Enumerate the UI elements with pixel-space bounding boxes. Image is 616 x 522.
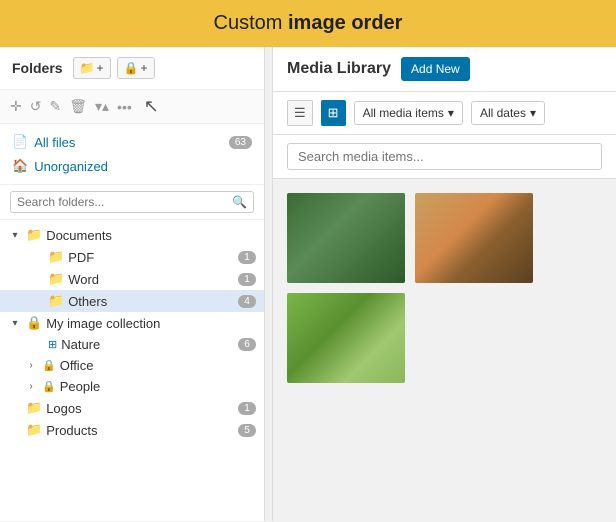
all-dates-filter[interactable]: All dates ▾ [471,101,545,125]
header-title-plain: Custom [214,12,288,34]
folder-search-icon: 🔍 [232,195,247,209]
folder-icon-others: 📁 [48,293,64,309]
all-dates-label: All dates [480,106,526,120]
label-logos: Logos [46,401,234,416]
image-grid [273,179,616,397]
tree-item-people[interactable]: › 🔒 People [0,376,264,397]
label-people: People [60,379,256,394]
label-nature: Nature [61,337,234,352]
page-header: Custom image order [0,0,616,47]
folder-icon-pdf: 📁 [48,249,64,265]
add-new-button[interactable]: Add New [401,57,470,81]
media-search-area [273,135,616,179]
all-dates-chevron: ▾ [530,106,536,120]
new-collection-label: + [141,61,148,75]
tree-item-products[interactable]: 📁 Products 5 [0,419,264,441]
label-my-image-collection: My image collection [46,316,256,331]
more-icon[interactable]: ••• [117,99,132,115]
toggle-people[interactable]: › [24,381,38,392]
tree-item-pdf[interactable]: 📁 PDF 1 [0,246,264,268]
folder-icon-documents: 📁 [26,227,42,243]
new-folder-label: + [97,61,104,75]
grid-icon-people: 🔒 [42,380,56,393]
grid-view-icon: ⊞ [328,105,339,120]
badge-word: 1 [238,273,256,286]
header-title-bold: image order [288,12,402,34]
new-collection-button[interactable]: 🔒 + [117,57,155,79]
media-search-input[interactable] [287,143,602,170]
delete-icon[interactable]: 🗑 [69,98,87,115]
folder-icon-logos: 📁 [26,400,42,416]
toggle-office[interactable]: › [24,360,38,371]
new-folder-button[interactable]: 📁 + [73,57,111,79]
badge-products: 5 [238,424,256,437]
collection-plus-icon: 🔒 [124,61,139,75]
right-panel: Media Library Add New ☰ ⊞ All media item… [273,47,616,521]
left-panel: Folders 📁 + 🔒 + ✛ ↺ ✎ 🗑 ▾▴ ••• ↖ 📄 [0,47,265,521]
label-others: Others [68,294,234,309]
unorganized-link[interactable]: 🏠 Unorganized [12,154,252,178]
all-files-label: All files [34,135,75,150]
folders-title: Folders [12,60,63,76]
list-view-button[interactable]: ☰ [287,100,313,126]
tree-item-nature[interactable]: ⊞ Nature 6 [0,334,264,355]
badge-nature: 6 [238,338,256,351]
folder-plus-icon: 📁 [80,61,95,75]
folder-search-box: 🔍 [0,185,264,220]
folder-toolbar: ✛ ↺ ✎ 🗑 ▾▴ ••• ↖ [0,90,264,124]
cursor-indicator: ↖ [144,96,159,117]
badge-others: 4 [238,295,256,308]
tree-item-office[interactable]: › 🔒 Office [0,355,264,376]
folders-header: Folders 📁 + 🔒 + [0,47,264,90]
image-thumb-3[interactable] [287,293,405,383]
folder-tree: ▾ 📁 Documents 📁 PDF 1 📁 Word 1 📁 [0,220,264,521]
left-scrollbar[interactable] [265,47,273,521]
label-office: Office [60,358,256,373]
toggle-my-image-collection[interactable]: ▾ [8,318,22,329]
main-layout: Folders 📁 + 🔒 + ✛ ↺ ✎ 🗑 ▾▴ ••• ↖ 📄 [0,47,616,521]
label-products: Products [46,423,234,438]
media-toolbar: ☰ ⊞ All media items ▾ All dates ▾ [273,92,616,135]
edit-icon[interactable]: ✎ [49,98,61,115]
badge-pdf: 1 [238,251,256,264]
image-thumb-1[interactable] [287,193,405,283]
grid-icon-office: 🔒 [42,359,56,372]
tree-item-word[interactable]: 📁 Word 1 [0,268,264,290]
refresh-icon[interactable]: ↺ [30,98,42,115]
grid-icon-nature: ⊞ [48,338,57,351]
sort-icon[interactable]: ▾▴ [95,98,109,115]
tree-item-logos[interactable]: 📁 Logos 1 [0,397,264,419]
all-files-icon: 📄 [12,134,28,150]
folder-search-input[interactable] [17,195,232,209]
all-media-filter[interactable]: All media items ▾ [354,101,463,125]
collection-icon-my-image: 🔒 [26,315,42,331]
toggle-documents[interactable]: ▾ [8,230,22,241]
unorganized-label: Unorganized [34,159,108,174]
unorganized-icon: 🏠 [12,158,28,174]
move-icon[interactable]: ✛ [10,98,22,115]
label-documents: Documents [46,228,256,243]
list-view-icon: ☰ [294,105,306,120]
all-files-badge: 63 [229,136,252,149]
label-word: Word [68,272,234,287]
folder-icon-products: 📁 [26,422,42,438]
label-pdf: PDF [68,250,234,265]
all-files-link[interactable]: 📄 All files 63 [12,130,252,154]
media-library-title: Media Library [287,60,391,78]
quick-links: 📄 All files 63 🏠 Unorganized [0,124,264,185]
tree-item-my-image-collection[interactable]: ▾ 🔒 My image collection [0,312,264,334]
tree-item-others[interactable]: 📁 Others 4 [0,290,264,312]
all-media-label: All media items [363,106,444,120]
grid-view-button[interactable]: ⊞ [321,100,346,126]
all-media-chevron: ▾ [448,106,454,120]
media-header: Media Library Add New [273,47,616,92]
folder-search-wrap: 🔍 [10,191,254,213]
badge-logos: 1 [238,402,256,415]
tree-item-documents[interactable]: ▾ 📁 Documents [0,224,264,246]
image-thumb-2[interactable] [415,193,533,283]
folder-icon-word: 📁 [48,271,64,287]
